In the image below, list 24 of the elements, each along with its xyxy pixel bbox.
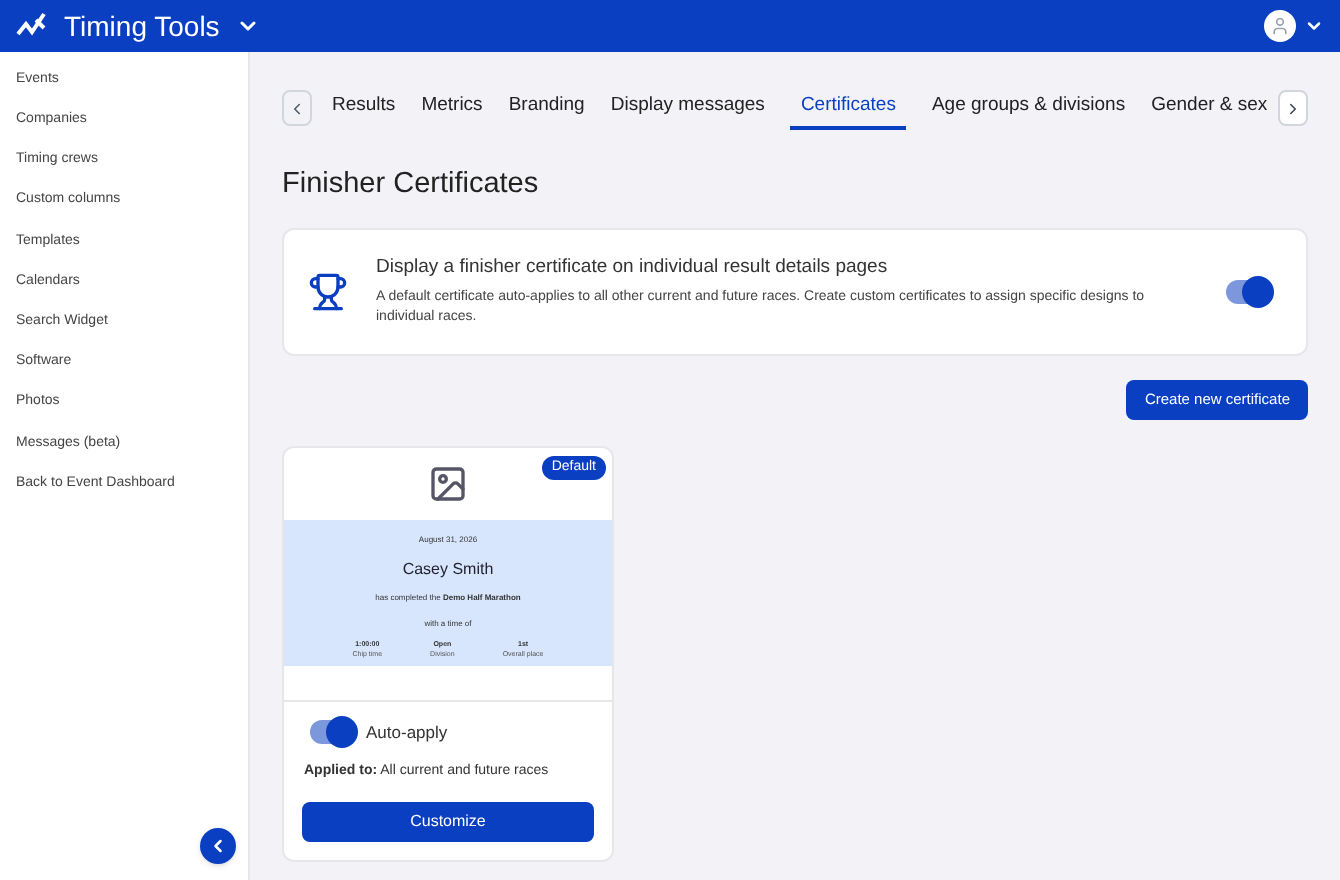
- tab[interactable]: Metrics: [421, 86, 483, 130]
- chevron-left-icon: [288, 99, 306, 117]
- caret-icon[interactable]: [1304, 16, 1324, 36]
- chevron-right-icon: [1284, 99, 1302, 117]
- customize-button[interactable]: Customize: [302, 802, 594, 842]
- brand-name: Timing Tools: [64, 7, 220, 46]
- avatar[interactable]: [1264, 10, 1296, 42]
- tab[interactable]: Branding: [508, 86, 585, 130]
- tab[interactable]: Certificates: [790, 86, 906, 130]
- collapse-button[interactable]: [200, 828, 236, 864]
- tab[interactable]: Display messages: [610, 86, 765, 130]
- tab[interactable]: Gender & sex: [1151, 86, 1268, 130]
- setting-title: Display a finisher certificate on individual result details pages: [376, 254, 890, 283]
- auto-apply-label: Auto-apply: [366, 719, 448, 745]
- toggle-switch[interactable]: [1226, 279, 1270, 304]
- tab[interactable]: Results: [332, 86, 396, 130]
- tab[interactable]: Age groups & divisions: [931, 86, 1126, 130]
- toggle-switch[interactable]: [310, 720, 354, 745]
- trophy-icon: [308, 271, 348, 312]
- image-icon: [428, 463, 468, 504]
- user-icon: [1270, 16, 1290, 36]
- preview-name: Casey Smith: [402, 557, 494, 582]
- chevron-left-icon: [208, 836, 228, 856]
- page-title: Finisher Certificates: [282, 166, 541, 204]
